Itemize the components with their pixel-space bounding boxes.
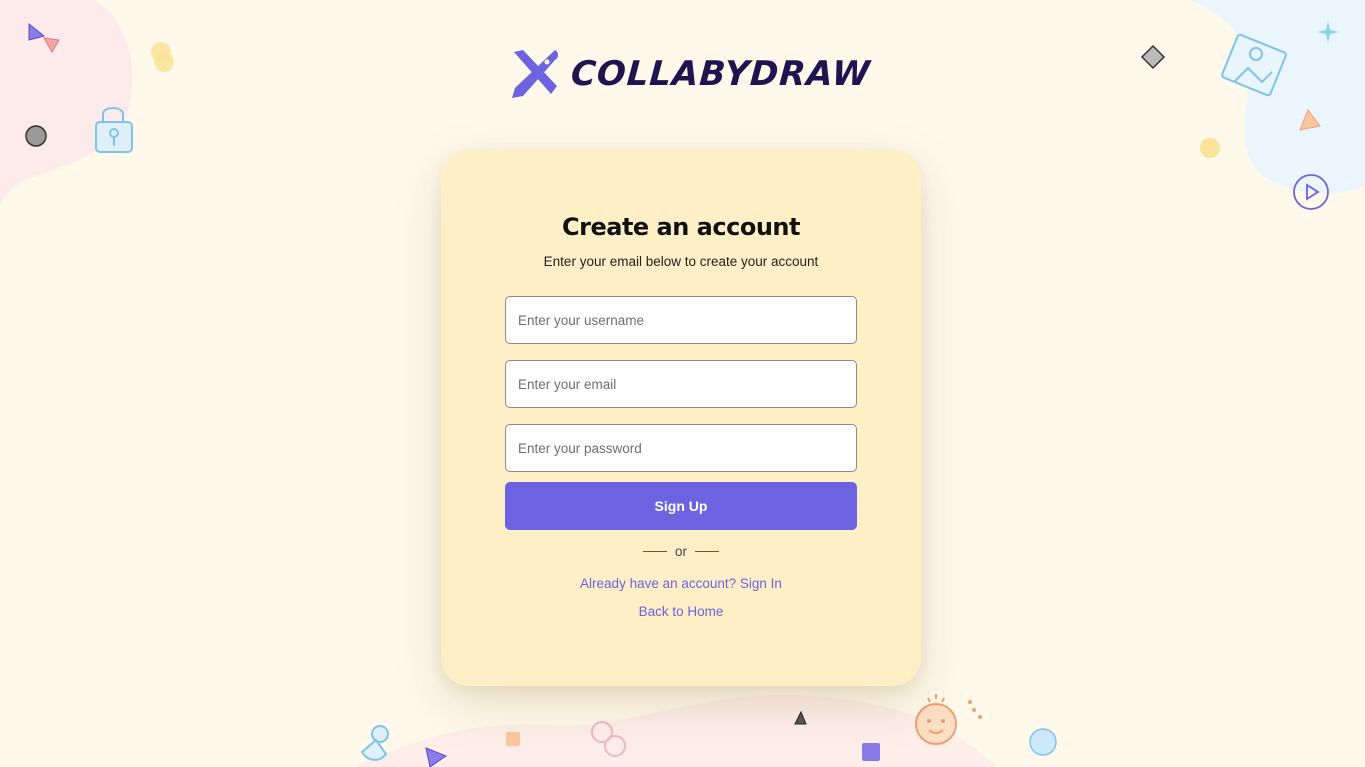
- photo-doodle-icon: [1221, 33, 1287, 97]
- purple-square-icon: [862, 743, 880, 761]
- card-title: Create an account: [562, 213, 800, 241]
- sign-in-link[interactable]: Already have an account? Sign In: [441, 576, 921, 591]
- sparkle-icon: [1317, 21, 1339, 43]
- signup-card: Create an account Enter your email below…: [441, 150, 921, 686]
- orange-square-icon: [506, 732, 520, 746]
- card-subtitle: Enter your email below to create your ac…: [543, 254, 819, 269]
- pawn-doodle-icon: [360, 725, 389, 761]
- password-input[interactable]: [505, 424, 857, 472]
- back-to-home-link[interactable]: Back to Home: [441, 604, 921, 619]
- play-circle-icon: [1293, 174, 1329, 210]
- signup-page: COLLABYDRAW Create an account Enter your…: [0, 0, 1365, 767]
- sign-up-button[interactable]: Sign Up: [505, 482, 857, 530]
- email-input[interactable]: [505, 360, 857, 408]
- divider-line-right: [695, 551, 719, 552]
- hatched-circle-icon: [25, 125, 47, 147]
- smiley-face-icon: [915, 694, 982, 745]
- blue-circle-icon: [1029, 728, 1057, 756]
- padlock-icon: [95, 107, 133, 153]
- yellow-dots-icon: [151, 42, 174, 72]
- hatched-diamond-icon: [1140, 44, 1166, 70]
- divider-line-left: [642, 551, 667, 552]
- or-divider: or: [441, 544, 921, 559]
- brand-name: COLLABYDRAW: [569, 54, 872, 94]
- purple-triangle-icon: [425, 747, 448, 767]
- orange-triangle-icon: [1299, 108, 1321, 131]
- triangles-doodle-icon: [28, 22, 60, 53]
- pink-rings-icon: [591, 721, 626, 757]
- brand-logo[interactable]: COLLABYDRAW: [509, 48, 872, 100]
- divider-text: or: [674, 544, 687, 559]
- yellow-dot-icon: [1200, 138, 1220, 158]
- dark-triangle-icon: [794, 710, 807, 725]
- username-input[interactable]: [505, 296, 857, 344]
- pencil-brush-logo-icon: [512, 50, 558, 98]
